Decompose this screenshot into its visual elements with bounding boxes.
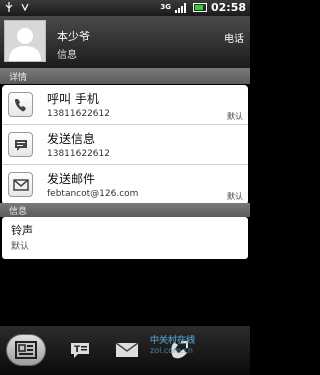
- contact-card-button[interactable]: [6, 334, 46, 366]
- svg-text:T: T: [74, 345, 81, 355]
- row-subtitle: febtancot@126.com: [47, 189, 139, 199]
- default-tag: 默认: [227, 112, 243, 121]
- mail-icon: [8, 172, 33, 197]
- row-title: 发送信息: [47, 132, 96, 146]
- message-icon: [8, 132, 33, 157]
- send-message-row[interactable]: 发送信息 13811622612: [2, 125, 248, 165]
- battery-icon: [192, 3, 207, 12]
- send-email-row[interactable]: 发送邮件 febtancot@126.com 默认: [2, 165, 248, 205]
- clock: 02:58: [210, 1, 246, 14]
- section-header-details: 详情: [0, 68, 250, 84]
- text-message-icon: T: [71, 343, 89, 358]
- empty-area: [0, 262, 250, 326]
- row-subtitle: 13811622612: [47, 109, 110, 119]
- watermark-line2: zol.com.cn: [150, 346, 193, 355]
- row-title: 呼叫 手机: [47, 92, 99, 106]
- contact-card-icon: [15, 341, 37, 359]
- network-type: 3G: [160, 3, 171, 11]
- email-button[interactable]: [107, 334, 147, 366]
- contact-header: 本少爷 信息 电话: [0, 16, 250, 68]
- section-label: 详情: [9, 73, 28, 83]
- contact-name: 本少爷: [57, 30, 90, 43]
- email-icon: [115, 342, 139, 357]
- usb-tether-icon: [21, 3, 29, 12]
- avatar[interactable]: [4, 20, 46, 62]
- contact-subtitle: 信息: [57, 50, 77, 61]
- row-subtitle: 13811622612: [47, 149, 110, 159]
- watermark: 中关村在线 zol.com.cn: [150, 333, 195, 355]
- ringtone-row[interactable]: 铃声 默认: [2, 217, 248, 259]
- text-message-button[interactable]: T: [60, 334, 100, 366]
- person-icon: [9, 28, 41, 61]
- section-header-info: 信息: [0, 203, 250, 217]
- default-tag: 默认: [227, 192, 243, 201]
- call-row[interactable]: 呼叫 手机 13811622612 默认: [2, 85, 248, 125]
- signal-icon: [174, 2, 189, 13]
- watermark-line1: 中关村在线: [150, 336, 196, 346]
- bottom-toolbar: T: [0, 326, 250, 375]
- ringtone-title: 铃声: [11, 224, 33, 237]
- call-tab-button[interactable]: 电话: [224, 30, 244, 45]
- row-title: 发送邮件: [47, 172, 96, 186]
- phone-icon: [8, 92, 33, 117]
- details-card: 呼叫 手机 13811622612 默认 发送信息 13811622612 发送…: [2, 85, 248, 205]
- section-label: 信息: [9, 207, 28, 217]
- status-bar: 3G 02:58: [0, 0, 250, 16]
- usb-icon: [5, 2, 13, 12]
- ringtone-value: 默认: [11, 242, 30, 252]
